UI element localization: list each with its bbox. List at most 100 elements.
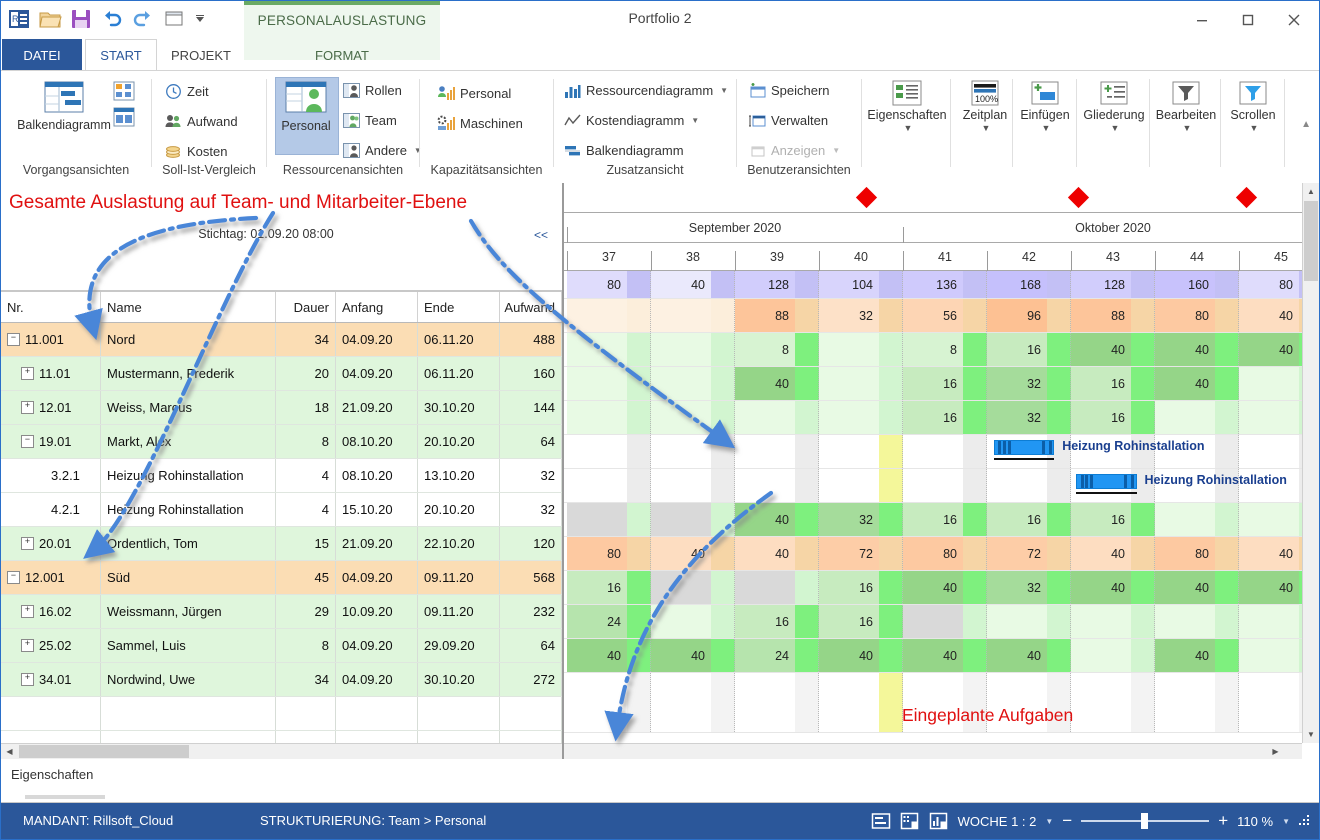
team-button[interactable]: Team	[343, 113, 397, 128]
zoom-slider[interactable]	[1081, 813, 1210, 829]
grid-cell-weekend[interactable]	[963, 639, 987, 672]
grid-cell-weekend[interactable]	[963, 367, 987, 400]
board-view-button[interactable]	[113, 107, 135, 130]
table-row[interactable]: +11.01 Mustermann, Frederik 20 04.09.20 06.1…	[1, 357, 562, 391]
grid-cell-weekend[interactable]	[711, 673, 735, 732]
grid-cell-weekend[interactable]	[1215, 333, 1239, 366]
grid-cell-weekend[interactable]	[1131, 503, 1155, 536]
grid-cell-weekday[interactable]	[651, 571, 711, 604]
grid-cell-weekend[interactable]	[1131, 605, 1155, 638]
grid-cell-weekday[interactable]	[819, 333, 879, 366]
grid-cell-weekend[interactable]	[963, 333, 987, 366]
andere-button[interactable]: Andere ▼	[343, 143, 422, 158]
grid-cell-weekend[interactable]	[963, 401, 987, 434]
grid-cell-weekend[interactable]	[711, 469, 735, 502]
grid-cell-weekday[interactable]	[1071, 639, 1131, 672]
eigenschaften-caret-icon[interactable]: ▼	[904, 123, 913, 133]
column-header-anfang[interactable]: Anfang	[336, 292, 418, 322]
grid-cell-weekend[interactable]	[1047, 299, 1071, 332]
grid-cell-weekday[interactable]	[987, 469, 1047, 502]
grid-cell-weekday[interactable]	[903, 435, 963, 468]
grid-cell-weekend[interactable]	[795, 605, 819, 638]
grid-cell-weekday[interactable]	[1239, 639, 1299, 672]
table-row[interactable]: +16.02 Weissmann, Jürgen 29 10.09.20 09.11.2…	[1, 595, 562, 629]
grid-cell-weekend[interactable]	[1047, 271, 1071, 298]
grid-cell-weekday[interactable]	[1239, 401, 1299, 434]
speichern-view-button[interactable]: Speichern	[749, 83, 830, 98]
grid-cell-weekend[interactable]	[711, 639, 735, 672]
grid-cell-weekday[interactable]	[987, 605, 1047, 638]
grid-cell-weekday[interactable]	[903, 469, 963, 502]
grid-cell-weekend[interactable]	[1131, 673, 1155, 732]
grid-cell-weekend[interactable]	[1131, 537, 1155, 570]
row-expander-icon[interactable]: +	[21, 401, 34, 414]
milestone-marker[interactable]	[1067, 186, 1090, 209]
grid-cell-weekend[interactable]	[963, 299, 987, 332]
grid-cell-weekend[interactable]	[963, 435, 987, 468]
grid-cell-weekend[interactable]	[627, 435, 651, 468]
tab-format[interactable]: FORMAT	[244, 39, 440, 71]
grid-cell-weekday[interactable]	[1155, 673, 1215, 732]
grid-cell-weekend[interactable]	[963, 605, 987, 638]
timeline-vertical-scrollbar[interactable]: ▲ ▼	[1302, 183, 1319, 743]
network-view-button[interactable]	[113, 81, 135, 104]
grid-cell-weekend[interactable]	[879, 605, 903, 638]
grid-cell-weekend[interactable]	[627, 469, 651, 502]
grid-cell-weekend[interactable]	[795, 271, 819, 298]
grid-cell-weekend[interactable]	[795, 673, 819, 732]
grid-cell-weekend[interactable]	[879, 673, 903, 732]
kostendiagramm-caret-icon[interactable]: ▼	[691, 116, 699, 125]
grid-cell-weekend[interactable]	[711, 571, 735, 604]
tab-datei[interactable]: DATEI	[2, 39, 82, 71]
grid-cell-weekday[interactable]	[567, 333, 627, 366]
grid-cell-weekend[interactable]	[795, 367, 819, 400]
grid-cell-weekday[interactable]	[651, 401, 711, 434]
grid-cell-weekend[interactable]	[711, 299, 735, 332]
verwalten-view-button[interactable]: Verwalten	[749, 113, 828, 128]
grid-cell-weekend[interactable]	[1215, 299, 1239, 332]
grid-cell-weekend[interactable]	[711, 605, 735, 638]
anzeigen-caret-icon[interactable]: ▼	[832, 146, 840, 155]
grid-cell-weekend[interactable]	[879, 367, 903, 400]
grid-cell-weekend[interactable]	[963, 503, 987, 536]
collapse-columns-button[interactable]: <<	[524, 225, 558, 245]
zeit-button[interactable]: Zeit	[165, 83, 209, 100]
grid-cell-weekday[interactable]	[651, 435, 711, 468]
grid-cell-weekend[interactable]	[627, 271, 651, 298]
balkendiagramm-button[interactable]: Balkendiagramm	[17, 79, 111, 132]
grid-cell-weekend[interactable]	[627, 367, 651, 400]
grid-cell-weekend[interactable]	[627, 299, 651, 332]
grid-cell-weekday[interactable]	[567, 673, 627, 732]
milestone-marker[interactable]	[1235, 186, 1258, 209]
grid-cell-weekend[interactable]	[879, 271, 903, 298]
grid-cell-weekend[interactable]	[879, 469, 903, 502]
scroll-left-icon[interactable]: ◀	[1, 744, 18, 759]
zoom-out-button[interactable]: −	[1062, 812, 1072, 829]
scale-caret-icon[interactable]: ▼	[1045, 817, 1053, 826]
grid-cell-weekday[interactable]	[735, 469, 795, 502]
grid-cell-weekend[interactable]	[1047, 367, 1071, 400]
grid-cell-weekend[interactable]	[711, 503, 735, 536]
table-row[interactable]: +12.01 Weiss, Marcus 18 21.09.20 30.10.20 144	[1, 391, 562, 425]
row-expander-icon[interactable]: +	[21, 639, 34, 652]
grid-cell-weekend[interactable]	[879, 333, 903, 366]
grid-cell-weekday[interactable]	[567, 469, 627, 502]
grid-cell-weekend[interactable]	[627, 571, 651, 604]
grid-cell-weekend[interactable]	[879, 537, 903, 570]
status-scale-label[interactable]: WOCHE 1 : 2	[958, 814, 1037, 829]
grid-cell-weekday[interactable]	[651, 605, 711, 638]
grid-cell-weekday[interactable]	[735, 401, 795, 434]
grid-cell-weekday[interactable]	[735, 435, 795, 468]
task-pane-tab-eigenschaften[interactable]: Eigenschaften	[11, 767, 93, 782]
grid-cell-weekend[interactable]	[1215, 271, 1239, 298]
eigenschaften-button[interactable]: Eigenschaften ▼	[867, 79, 947, 133]
grid-cell-weekend[interactable]	[1131, 401, 1155, 434]
grid-cell-weekday[interactable]	[1239, 503, 1299, 536]
grid-cell-weekend[interactable]	[1047, 537, 1071, 570]
grid-cell-weekday[interactable]	[1155, 503, 1215, 536]
resize-grip-icon[interactable]	[1299, 815, 1311, 827]
grid-cell-weekday[interactable]	[567, 299, 627, 332]
grid-cell-weekday[interactable]	[819, 673, 879, 732]
maschinen-button[interactable]: Maschinen	[437, 115, 523, 131]
timeline-horizontal-scrollbar[interactable]: ▶	[564, 743, 1302, 759]
